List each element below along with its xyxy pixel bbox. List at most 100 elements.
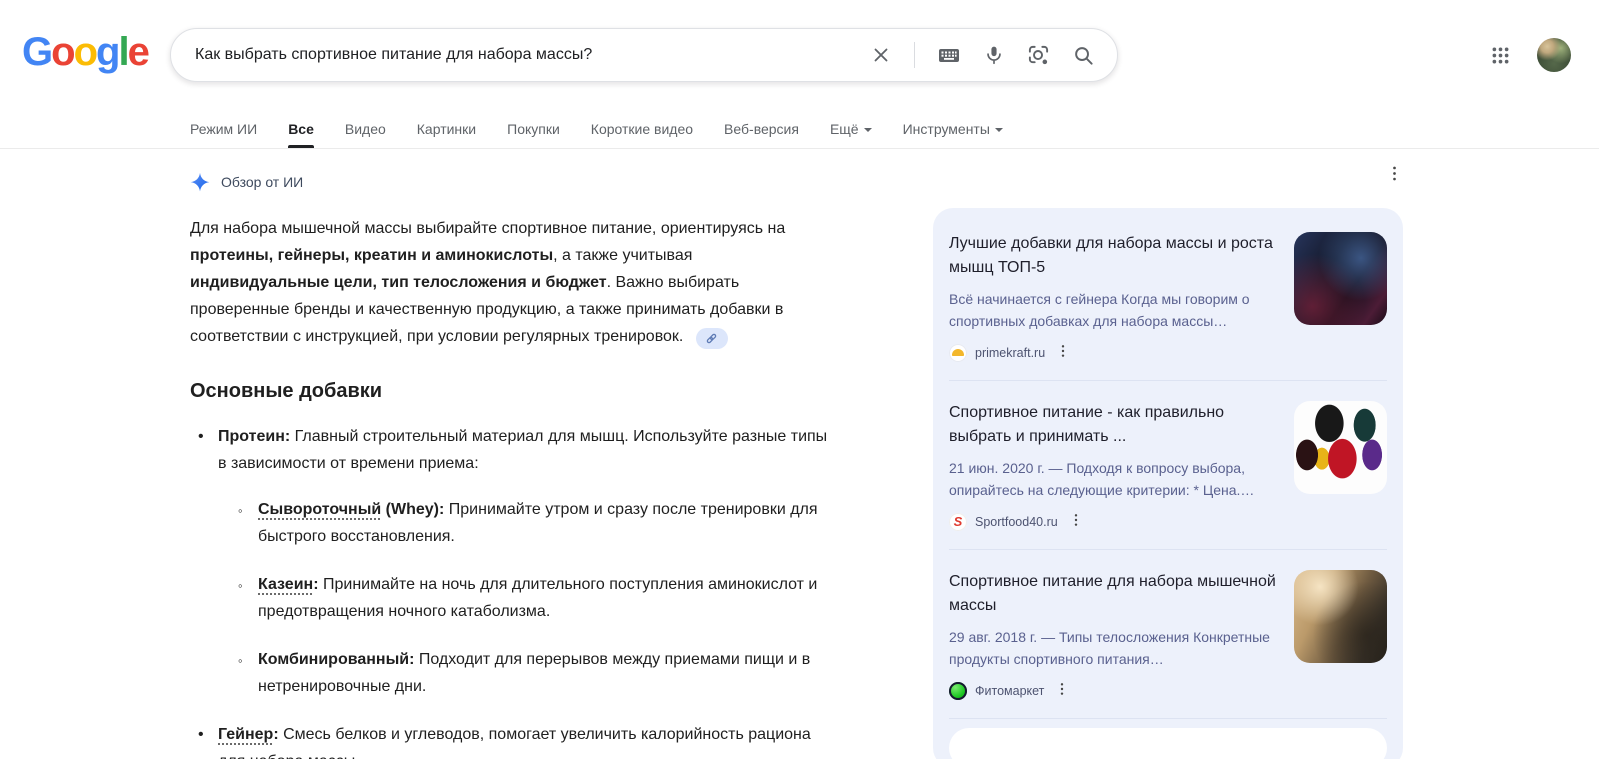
tab-label: Картинки [416,121,477,137]
bullet-marker: ◦ [238,503,243,518]
header: Google Как выбрать спортивное питание дл… [0,0,1599,110]
result-source-row: S Sportfood40.ru [949,510,1280,533]
tab-tools[interactable]: Инструменты [903,110,1003,148]
keyboard-button[interactable] [931,37,967,73]
summary-text-run: , а также учитывая [553,247,693,264]
ai-overview-label: Обзор от ИИ [221,174,304,190]
summary-text-run: индивидуальные цели, тип телосложения и … [190,274,607,291]
list-item-text-run: нетренировочные дни. [258,678,427,695]
google-logo[interactable]: Google [22,30,150,75]
result-card[interactable]: Лучшие добавки для набора массы и роста … [949,212,1387,380]
tab-label: Покупки [507,121,560,137]
source-domain[interactable]: Sportfood40.ru [975,515,1058,529]
tab-label: Режим ИИ [190,121,258,137]
tab-label: Веб-версия [724,121,799,137]
tab-more[interactable]: Ещё [830,110,872,148]
more-vert-icon [1074,514,1077,526]
voice-search-button[interactable] [977,38,1011,72]
list-item: ◦ Сывороточный (Whey): Принимайте утром и… [230,496,935,550]
list-item-text-run: Комбинированный: [258,651,415,668]
more-vert-icon [1393,166,1396,181]
list-item-text-run: Принимайте на ночь для длительного посту… [318,576,818,593]
result-snippet: 29 авг. 2018 г. — Типы телосложения Конк… [949,629,1270,667]
tab-images[interactable]: Картинки [417,110,476,148]
search-bar[interactable]: Как выбрать спортивное питание для набор… [170,28,1118,82]
supplements-list: • Протеин: Главный строительный материал … [190,423,935,759]
lens-search-button[interactable] [1021,38,1056,73]
google-logo-letter: l [118,30,129,74]
result-source-row: primekraft.ru [949,341,1280,364]
list-item-text-run: Гейнер [218,726,274,743]
search-icon [1075,46,1093,65]
tab-shopping[interactable]: Покупки [507,110,560,148]
favicon-red-s-icon: S [949,512,967,531]
result-card-text: Лучшие добавки для набора массы и роста … [949,232,1280,364]
result-card-text: Спортивное питание для набора мышечной м… [949,570,1280,702]
chevron-down-icon [863,128,872,132]
tab-videos[interactable]: Видео [345,110,386,148]
source-link-chip[interactable] [695,328,728,349]
list-item-text-run: Подходит для перерывов между приемами пи… [414,651,811,668]
header-right [1484,38,1571,72]
summary-text-run: протеины, гейнеры, креатин и аминокислот… [190,247,554,264]
result-card[interactable]: Спортивное питание для набора мышечной м… [949,550,1387,718]
google-logo-letter: G [22,30,53,74]
clear-icon [874,48,888,62]
result-snippet: Всё начинается с гейнера Когда мы говори… [949,291,1250,329]
result-title[interactable]: Лучшие добавки для набора массы и роста … [949,232,1280,280]
summary-text-run: соответствии с инструкцией, при условии … [190,328,688,345]
section-heading: Основные добавки [190,380,383,402]
result-thumbnail[interactable] [1294,570,1387,663]
source-domain[interactable]: primekraft.ru [975,346,1045,360]
show-all-button[interactable] [949,728,1387,759]
result-more-button[interactable] [1053,341,1073,364]
google-logo-letter: e [127,30,150,74]
ai-overview-summary: Для набора мышечной массы выбирайте спор… [190,215,935,350]
result-more-button[interactable] [1066,510,1086,533]
result-title[interactable]: Спортивное питание для набора мышечной м… [949,570,1280,618]
result-card-text: Спортивное питание - как правильно выбра… [949,401,1280,533]
list-item-text-run: быстрого восстановления. [258,528,455,545]
apps-grid-icon [1492,47,1509,63]
ai-overview: Обзор от ИИ Для набора мышечной массы вы… [190,149,935,759]
tab-label: Короткие видео [590,121,694,137]
ai-overview-more-button[interactable] [1381,160,1408,190]
bullet-marker: • [198,726,204,743]
list-item-text-run: (Whey): [381,501,445,518]
lens-icon [1028,45,1049,64]
more-vert-icon [1061,683,1064,695]
summary-text-run: . Важно выбирать [606,274,740,291]
favicon-yellow-dome-icon [949,343,967,362]
summary-text-run: проверенные бренды и качественную продук… [190,301,784,318]
tab-ai-mode[interactable]: Режим ИИ [190,110,257,148]
tab-short-videos[interactable]: Короткие видео [591,110,693,148]
tab-all[interactable]: Все [288,110,314,148]
list-item: ◦ Казеин: Принимайте на ночь для длительн… [230,571,935,625]
ai-overview-header: Обзор от ИИ [190,171,935,193]
list-item: ◦ Комбинированный: Подходит для перерывов… [230,646,935,700]
google-apps-button[interactable] [1484,39,1517,72]
search-input[interactable]: Как выбрать спортивное питание для набор… [195,46,864,64]
account-avatar[interactable] [1537,38,1571,72]
list-item-text-run: Главный строительный материал для мышц. … [290,428,828,445]
result-thumbnail[interactable] [1294,232,1387,325]
result-title[interactable]: Спортивное питание - как правильно выбра… [949,401,1280,449]
list-item-text-run: Казеин [258,576,314,593]
summary-text-run: Для набора мышечной массы выбирайте спор… [190,220,786,237]
list-item-text-run: для набора массы. [218,753,360,759]
google-logo-letter: o [51,30,75,74]
source-domain[interactable]: Фитомаркет [975,684,1044,698]
card-divider [949,718,1387,719]
search-submit-button[interactable] [1066,38,1101,73]
result-more-button[interactable] [1052,679,1072,702]
google-logo-letter: g [96,30,120,74]
bullet-marker: ◦ [238,653,243,668]
tab-label: Ещё [829,121,859,137]
result-thumbnail[interactable] [1294,401,1387,494]
clear-search-button[interactable] [864,38,898,72]
tab-web[interactable]: Веб-версия [724,110,799,148]
list-item-text-run: Протеин: [218,428,291,445]
search-bar-divider [914,42,915,68]
result-card[interactable]: Спортивное питание - как правильно выбра… [949,381,1387,549]
ai-overview-sources-panel: Лучшие добавки для набора массы и роста … [933,208,1403,759]
